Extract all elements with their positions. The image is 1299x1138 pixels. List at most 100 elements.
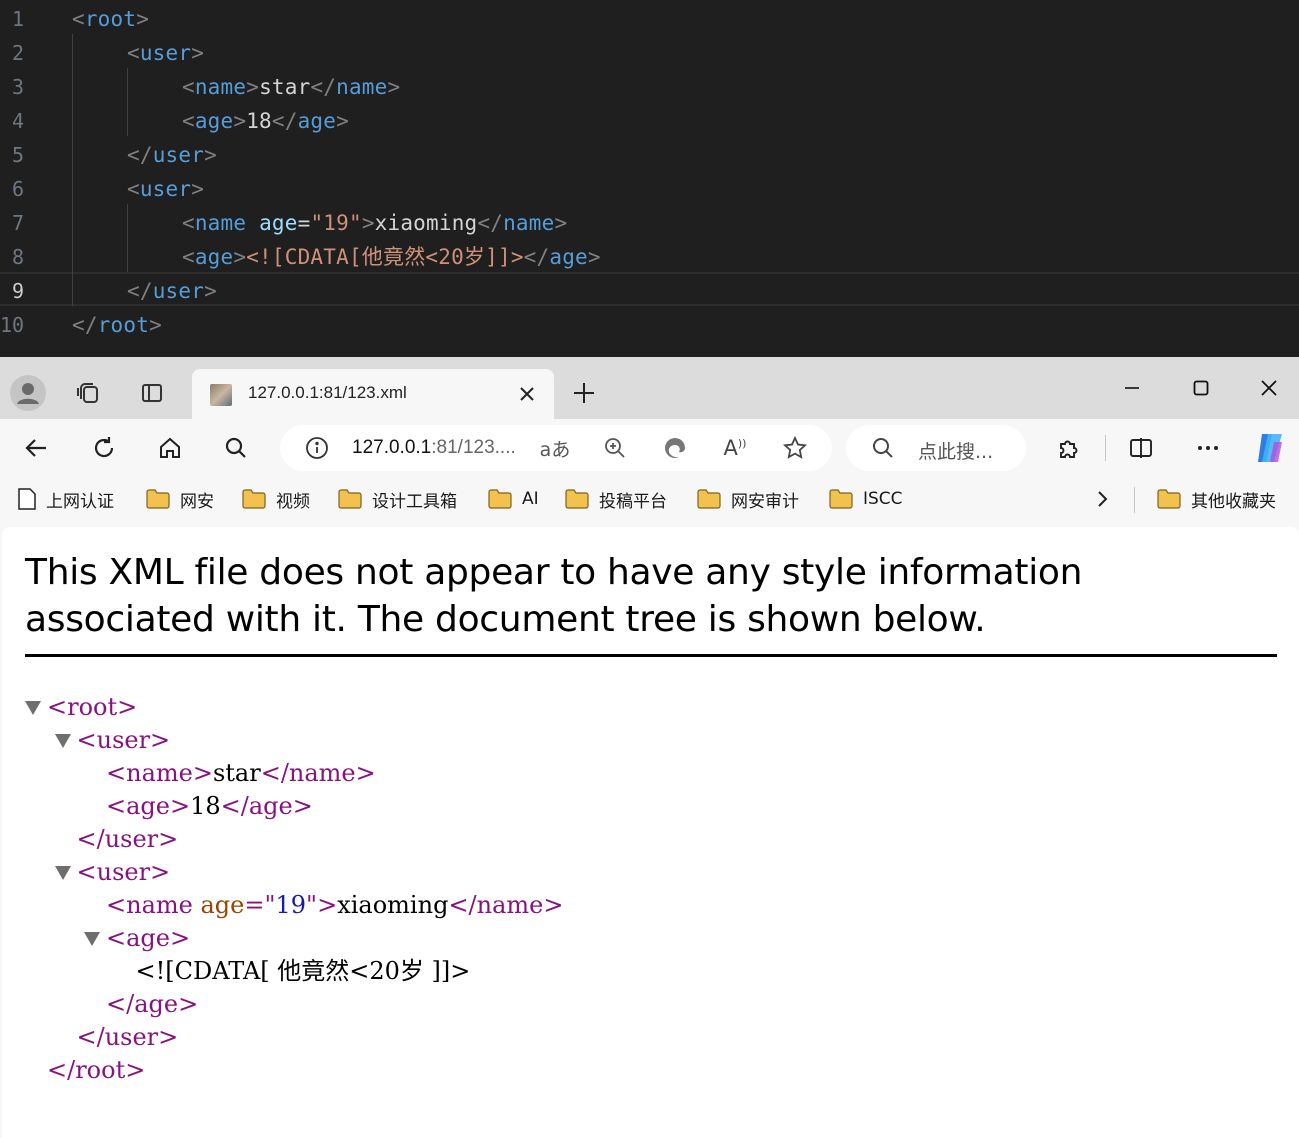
- tab-strip: 127.0.0.1:81/123.xml: [0, 357, 1299, 419]
- editor-line[interactable]: 9 </user>: [0, 272, 1299, 306]
- url-host: 127.0.0.1: [352, 437, 432, 458]
- split-screen-icon[interactable]: [1122, 429, 1160, 467]
- tab-actions-icon[interactable]: [134, 375, 170, 411]
- xml-tree-line: <user>: [76, 858, 171, 886]
- other-bookmarks[interactable]: 其他收藏夹: [1157, 486, 1276, 512]
- xml-tree-line: </root>: [47, 1056, 146, 1084]
- collapse-triangle-icon[interactable]: [54, 734, 71, 748]
- folder-icon: [488, 489, 512, 509]
- folder-icon: [565, 489, 589, 509]
- new-tab-icon[interactable]: [566, 375, 602, 411]
- code-text: <user>: [127, 177, 205, 201]
- folder-icon: [146, 489, 170, 509]
- editor-line[interactable]: 10 </root>: [0, 308, 1299, 342]
- xml-tree-line: <![CDATA[ 他竟然<20岁 ]]>: [135, 957, 471, 985]
- bookmark-label: 设计工具箱: [372, 491, 457, 512]
- search-icon[interactable]: [217, 429, 255, 467]
- read-aloud-icon[interactable]: A)): [718, 431, 752, 465]
- address-bar[interactable]: 127.0.0.1:81/123.... aあ A)): [280, 425, 832, 471]
- bookmark-item[interactable]: 视频: [242, 486, 310, 512]
- folder-icon: [338, 489, 362, 509]
- close-tab-icon[interactable]: [514, 381, 540, 407]
- refresh-icon[interactable]: [85, 429, 123, 467]
- line-number: 4: [11, 109, 24, 133]
- xml-info-message: This XML file does not appear to have an…: [25, 552, 1083, 640]
- indent-guide: [127, 68, 128, 136]
- line-number: 9: [11, 279, 24, 303]
- tab-active[interactable]: 127.0.0.1:81/123.xml: [192, 369, 554, 419]
- editor-line[interactable]: 5 </user>: [0, 138, 1299, 172]
- toolbar-separator: [1105, 435, 1106, 461]
- code-text: <root>: [72, 7, 150, 31]
- line-number: 5: [11, 143, 24, 167]
- more-menu-icon[interactable]: [1189, 429, 1227, 467]
- bookmark-item[interactable]: 投稿平台: [565, 486, 667, 512]
- profile-icon[interactable]: [10, 375, 46, 411]
- code-text: </root>: [72, 313, 162, 337]
- page-content: This XML file does not appear to have an…: [2, 527, 1299, 1138]
- xml-tree-line: <user>: [76, 726, 171, 754]
- bookmark-label: 视频: [276, 491, 310, 512]
- bookmark-item[interactable]: 设计工具箱: [338, 486, 457, 512]
- code-text: <name age="19">xiaoming</name>: [182, 211, 568, 235]
- bookmark-label: 上网认证: [46, 491, 114, 512]
- code-text: <age><![CDATA[他竟然<20岁]]></age>: [182, 245, 601, 269]
- copilot-icon[interactable]: [1251, 429, 1289, 467]
- xml-tree-line: <age>18</age>: [106, 792, 313, 820]
- code-editor[interactable]: 1 <root> 2 <user> 3 <name>star</name> 4 <age>18…: [0, 0, 1299, 357]
- chevron-right-icon[interactable]: [1083, 480, 1121, 518]
- bookmark-item[interactable]: 网安: [146, 486, 214, 512]
- xml-tree-line: <age>: [106, 924, 191, 952]
- line-number: 2: [11, 41, 24, 65]
- workspaces-icon[interactable]: [70, 375, 106, 411]
- search-icon: [866, 431, 900, 465]
- extensions-icon[interactable]: [1050, 429, 1088, 467]
- read-aloud-translate-icon[interactable]: aあ: [538, 431, 572, 465]
- editor-line[interactable]: 2 <user>: [0, 36, 1299, 70]
- other-bookmarks-label: 其他收藏夹: [1191, 491, 1276, 512]
- editor-line[interactable]: 8 <age><![CDATA[他竟然<20岁]]></age>: [0, 240, 1299, 274]
- line-number: 7: [11, 211, 24, 235]
- editor-line[interactable]: 3 <name>star</name>: [0, 70, 1299, 104]
- bookmark-item[interactable]: 网安审计: [697, 486, 799, 512]
- folder-icon: [829, 489, 853, 509]
- bookmark-item[interactable]: AI: [488, 486, 539, 512]
- bookmark-label: 投稿平台: [599, 491, 667, 512]
- url-text[interactable]: 127.0.0.1:81/123....: [352, 437, 516, 459]
- code-text: <user>: [127, 41, 205, 65]
- code-text: <age>18</age>: [182, 109, 349, 133]
- editor-line[interactable]: 6 <user>: [0, 172, 1299, 206]
- collapse-triangle-icon[interactable]: [25, 701, 41, 715]
- line-number: 8: [11, 245, 24, 269]
- home-icon[interactable]: [151, 429, 189, 467]
- maximize-icon[interactable]: [1178, 371, 1224, 405]
- line-number: 10: [0, 313, 25, 337]
- close-window-icon[interactable]: [1246, 371, 1292, 405]
- back-icon[interactable]: [18, 429, 56, 467]
- collapse-triangle-icon[interactable]: [84, 932, 100, 946]
- line-number: 6: [11, 177, 24, 201]
- folder-icon: [697, 489, 721, 509]
- zoom-in-icon[interactable]: [598, 431, 632, 465]
- indent-guide: [72, 34, 73, 306]
- browser-window: 127.0.0.1:81/123.xml 127.0.0.1:81/123...…: [0, 357, 1299, 1138]
- code-text: </user>: [127, 143, 217, 167]
- collapse-triangle-icon[interactable]: [54, 866, 71, 880]
- bookmark-label: ISCC: [863, 489, 903, 509]
- site-info-icon[interactable]: [300, 431, 334, 465]
- edge-icon[interactable]: [658, 431, 692, 465]
- page-icon: [18, 488, 36, 510]
- code-text: </user>: [127, 279, 217, 303]
- editor-line[interactable]: 7 <name age="19">xiaoming</name>: [0, 206, 1299, 240]
- search-box[interactable]: 点此搜...: [846, 425, 1026, 471]
- editor-line[interactable]: 1 <root>: [0, 2, 1299, 36]
- bookmark-item[interactable]: ISCC: [829, 486, 903, 512]
- favicon-icon: [210, 384, 232, 406]
- favorite-star-icon[interactable]: [778, 431, 812, 465]
- bookmark-item[interactable]: 上网认证: [18, 486, 114, 512]
- line-number: 3: [11, 75, 24, 99]
- xml-tree-line: <root>: [47, 693, 138, 721]
- minimize-icon[interactable]: [1109, 371, 1155, 405]
- bookmarks-bar: 上网认证 网安 视频 设计工具箱 AI 投稿平台 网安审计 ISCC 其他收藏夹: [0, 477, 1299, 521]
- editor-line[interactable]: 4 <age>18</age>: [0, 104, 1299, 138]
